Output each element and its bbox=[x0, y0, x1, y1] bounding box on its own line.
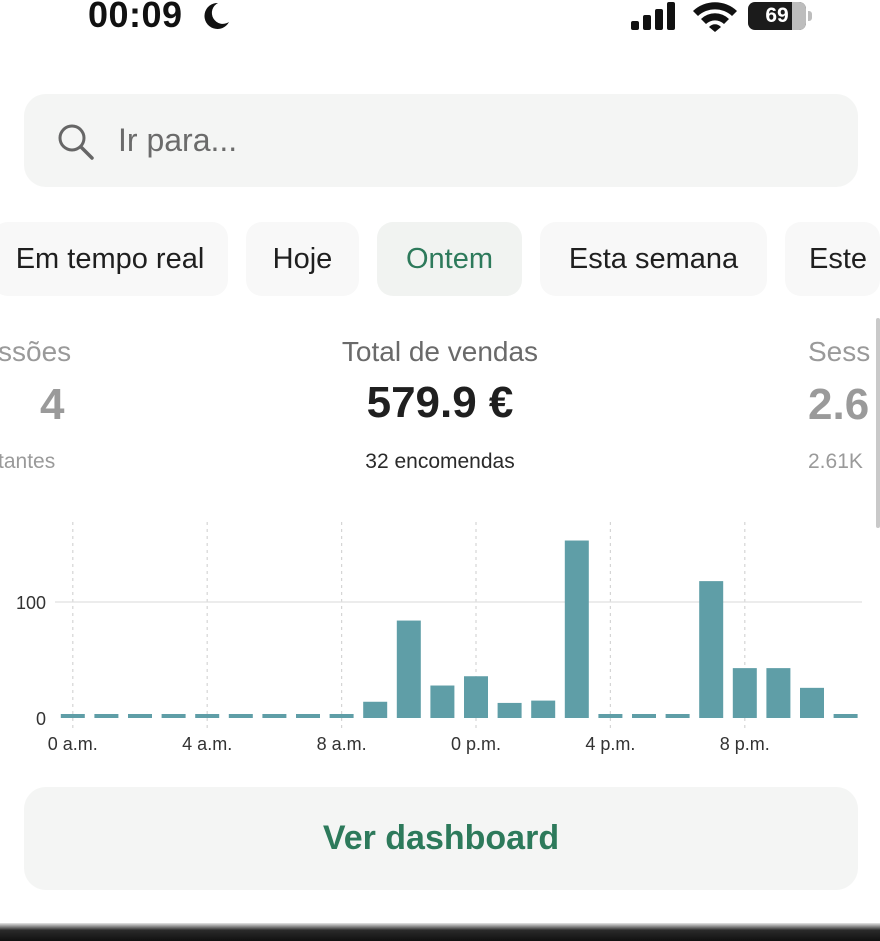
ver-dashboard-button[interactable]: Ver dashboard bbox=[24, 787, 858, 890]
metric-label: ssões bbox=[0, 336, 72, 367]
chart-x-tick-label: 8 p.m. bbox=[720, 734, 770, 754]
chart-bar bbox=[833, 714, 858, 718]
chart-x-tick-label: 8 a.m. bbox=[317, 734, 367, 754]
tab-em-tempo-real[interactable]: Em tempo real bbox=[0, 222, 228, 296]
wifi-icon bbox=[693, 2, 737, 32]
metric-sub: 32 encomendas bbox=[365, 450, 515, 473]
chart-bar bbox=[766, 668, 791, 718]
chart-bar bbox=[665, 714, 690, 718]
moon-icon bbox=[204, 2, 229, 29]
chart-bar bbox=[531, 700, 556, 718]
chart-x-tick-label: 0 p.m. bbox=[451, 734, 501, 754]
metric-label: Sess bbox=[808, 336, 871, 367]
chart-bar bbox=[296, 714, 320, 718]
chart-x-tick-label: 4 a.m. bbox=[182, 734, 232, 754]
metric-label: Total de vendas bbox=[341, 336, 539, 367]
chart-bar bbox=[60, 714, 85, 718]
chart-bar bbox=[195, 714, 220, 718]
chart-bar bbox=[262, 714, 287, 718]
chart-bar bbox=[228, 714, 253, 718]
chart-bar bbox=[430, 685, 455, 718]
chart-bar bbox=[396, 620, 421, 718]
search-icon bbox=[58, 124, 94, 160]
chart-x-tick-label: 4 p.m. bbox=[585, 734, 635, 754]
tab-ontem[interactable]: Ontem bbox=[377, 222, 522, 296]
chart-bar bbox=[632, 714, 656, 718]
chart-bar bbox=[598, 714, 623, 718]
battery-cap bbox=[808, 11, 812, 21]
metric-value: 2.6 bbox=[808, 380, 870, 429]
metric-sub: tantes bbox=[0, 450, 56, 473]
chart-bar bbox=[161, 714, 186, 718]
search-input[interactable] bbox=[118, 118, 718, 162]
metric-value: 579.9 € bbox=[366, 378, 514, 427]
chart-bar bbox=[329, 714, 354, 718]
sales-bar-chart: 0 100 0 a.m. 4 a.m. 8 a.m. 0 p.m. 4 p.m. 8 p.m. bbox=[16, 522, 862, 754]
tab-este[interactable]: Este bbox=[785, 222, 880, 296]
tab-esta-semana[interactable]: Esta semana bbox=[540, 222, 767, 296]
status-bar: 00:09 69 bbox=[0, 0, 880, 40]
status-time: 00:09 bbox=[88, 0, 183, 35]
chart-bar bbox=[564, 540, 589, 718]
scroll-indicator bbox=[876, 318, 880, 528]
chart-bar bbox=[699, 581, 724, 718]
chart-bar bbox=[363, 701, 388, 718]
chart-y-tick-label: 100 bbox=[16, 593, 46, 613]
chart-bar bbox=[94, 714, 119, 718]
battery-level: 69 bbox=[765, 4, 789, 27]
chart-y-tick-label: 0 bbox=[36, 709, 46, 729]
chart-bar bbox=[464, 676, 488, 718]
chart-bar bbox=[732, 668, 757, 718]
bottom-sheet-edge bbox=[0, 923, 880, 941]
cellular-signal-icon bbox=[631, 2, 675, 30]
chart-bar bbox=[497, 702, 522, 718]
chart-bar bbox=[800, 687, 824, 718]
metric-sub: 2.61K bbox=[808, 450, 863, 473]
battery-indicator: 69 bbox=[748, 2, 806, 30]
tab-hoje[interactable]: Hoje bbox=[246, 222, 359, 296]
chart-x-tick-label: 0 a.m. bbox=[48, 734, 98, 754]
chart-bar bbox=[128, 714, 152, 718]
metric-value: 4 bbox=[40, 380, 65, 429]
